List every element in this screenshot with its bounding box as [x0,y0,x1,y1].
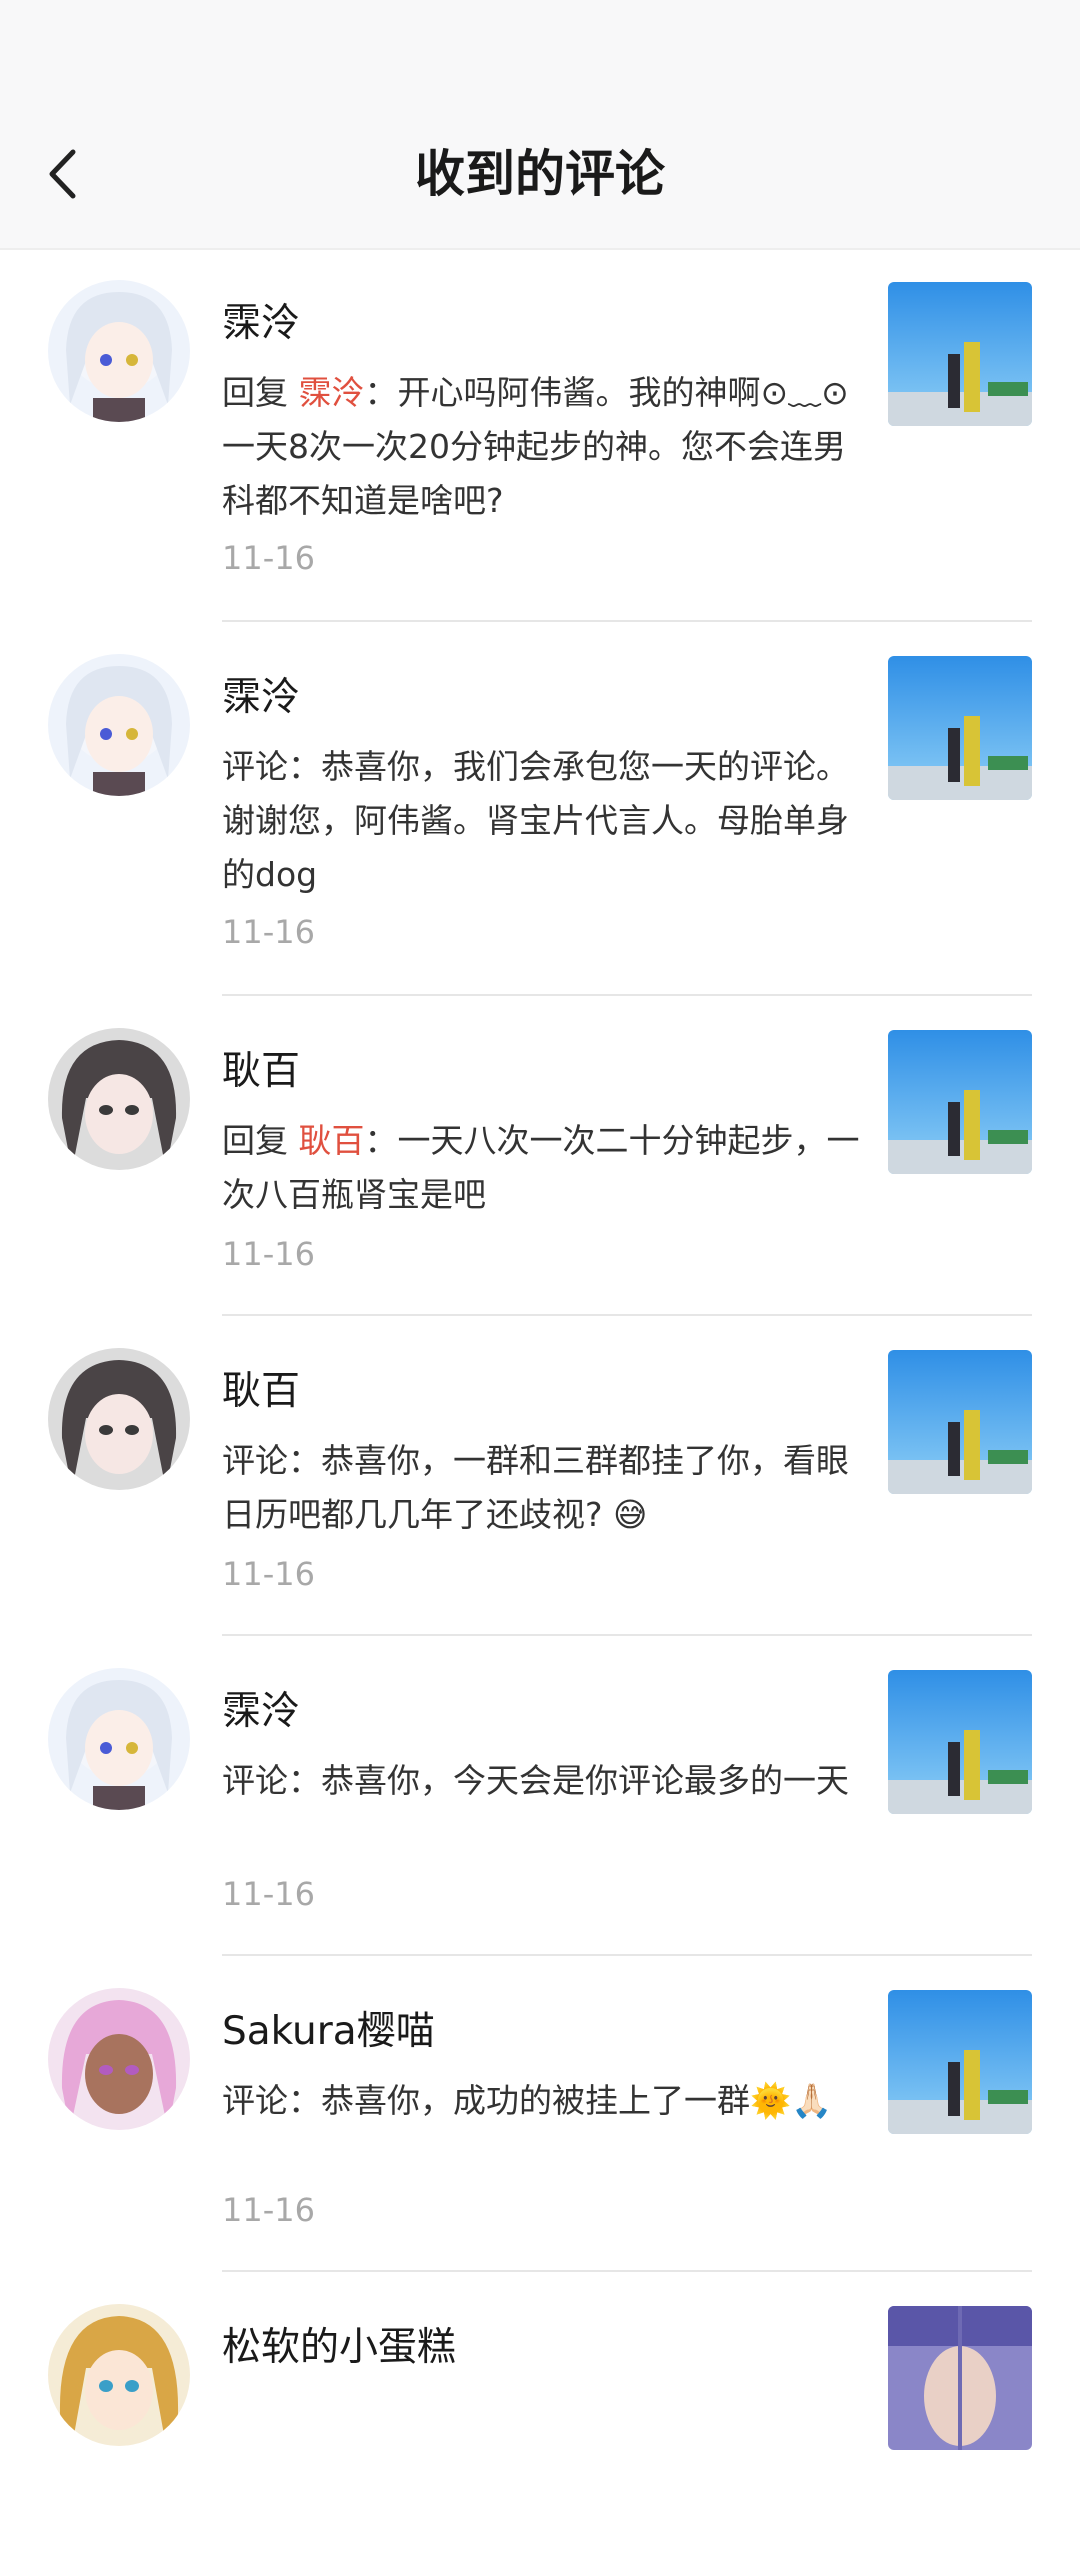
comment-item[interactable]: 霂泠 回复 霂泠：开心吗阿伟酱。我的神啊⊙﹏⊙一天8次一次20分钟起步的神。您不… [0,248,1080,622]
post-thumbnail[interactable] [888,2306,1032,2450]
avatar[interactable] [48,1028,190,1170]
post-thumbnail[interactable] [888,1030,1032,1174]
comment-date: 11-16 [222,539,315,577]
avatar[interactable] [48,280,190,422]
comment-text: 回复 霂泠：开心吗阿伟酱。我的神啊⊙﹏⊙一天8次一次20分钟起步的神。您不会连男… [222,373,849,520]
reply-target-name[interactable]: 耿百 [299,1121,365,1160]
reply-target-name[interactable]: 霂泠 [299,373,365,412]
comment-date: 11-16 [222,1235,315,1273]
comment-item[interactable]: 霂泠 评论：恭喜你，我们会承包您一天的评论。谢谢您，阿伟酱。肾宝片代言人。母胎单… [0,622,1080,996]
commenter-name[interactable]: 霂泠 [222,672,300,724]
comment-item[interactable]: 耿百 评论：恭喜你，一群和三群都挂了你，看眼日历吧都几几年了还歧视? 😅 11-… [0,1316,1080,1636]
top-bar: 收到的评论 [0,0,1080,250]
avatar[interactable] [48,1988,190,2130]
comment-text: 回复 耿百：一天八次一次二十分钟起步，一次八百瓶肾宝是吧 [222,1121,860,1214]
comment-text: 评论：恭喜你，我们会承包您一天的评论。谢谢您，阿伟酱。肾宝片代言人。母胎单身的d… [222,747,849,894]
comment-text: 评论：恭喜你，成功的被挂上了一群🌞🙏🏻 [222,2081,833,2120]
comment-list: 霂泠 回复 霂泠：开心吗阿伟酱。我的神啊⊙﹏⊙一天8次一次20分钟起步的神。您不… [0,248,1080,2572]
avatar[interactable] [48,654,190,796]
avatar[interactable] [48,1348,190,1490]
comment-date: 11-16 [222,913,315,951]
avatar[interactable] [48,1668,190,1810]
comment-date: 11-16 [222,1555,315,1593]
commenter-name[interactable]: 松软的小蛋糕 [222,2322,456,2374]
post-thumbnail[interactable] [888,1670,1032,1814]
post-thumbnail[interactable] [888,656,1032,800]
comment-item[interactable]: 松软的小蛋糕 [0,2272,1080,2572]
commenter-name[interactable]: 霂泠 [222,298,300,350]
avatar[interactable] [48,2304,190,2446]
comment-item[interactable]: 霂泠 评论：恭喜你，今天会是你评论最多的一天 11-16 [0,1636,1080,1956]
comment-text: 评论：恭喜你，一群和三群都挂了你，看眼日历吧都几几年了还歧视? 😅 [222,1441,849,1534]
commenter-name[interactable]: 霂泠 [222,1686,300,1738]
comment-date: 11-16 [222,2191,315,2229]
post-thumbnail[interactable] [888,1350,1032,1494]
page-title: 收到的评论 [415,145,665,203]
comment-item[interactable]: 耿百 回复 耿百：一天八次一次二十分钟起步，一次八百瓶肾宝是吧 11-16 [0,996,1080,1316]
post-thumbnail[interactable] [888,1990,1032,2134]
commenter-name[interactable]: 耿百 [222,1366,300,1418]
commenter-name[interactable]: 耿百 [222,1046,300,1098]
comment-text: 评论：恭喜你，今天会是你评论最多的一天 [222,1761,849,1800]
comment-date: 11-16 [222,1875,315,1913]
commenter-name[interactable]: Sakura樱喵 [222,2006,435,2058]
comment-item[interactable]: Sakura樱喵 评论：恭喜你，成功的被挂上了一群🌞🙏🏻 11-16 [0,1956,1080,2272]
post-thumbnail[interactable] [888,282,1032,426]
